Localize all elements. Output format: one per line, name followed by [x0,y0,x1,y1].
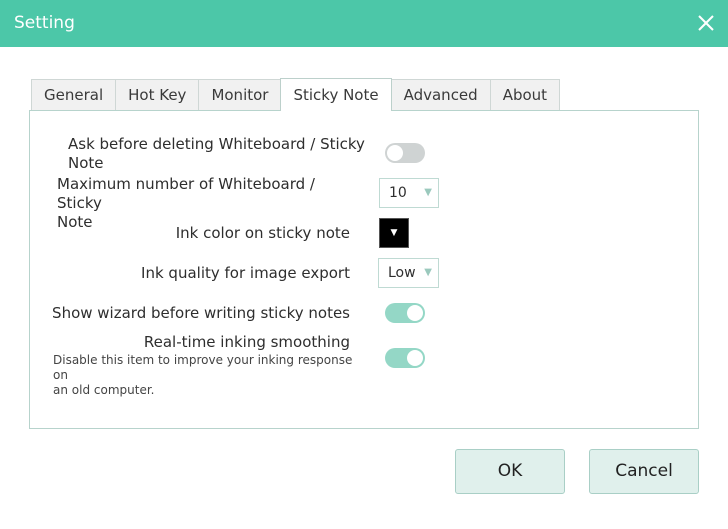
tab-sticky-note[interactable]: Sticky Note [280,78,392,111]
tab-monitor[interactable]: Monitor [198,79,282,111]
tab-advanced[interactable]: Advanced [390,79,491,111]
ask-before-deleting-label-line1: Ask before deleting Whiteboard / Sticky [68,135,365,153]
ink-quality-select[interactable]: Low ▼ [378,258,439,288]
show-wizard-toggle[interactable] [385,303,425,323]
ask-before-deleting-toggle[interactable] [385,143,425,163]
tab-bar: General Hot Key Monitor Sticky Note Adva… [31,78,561,111]
sticky-note-panel: Ask before deleting Whiteboard / Sticky … [29,110,699,429]
realtime-smoothing-desc-line1: Disable this item to improve your inking… [53,353,353,382]
toggle-knob [387,145,403,161]
close-button[interactable] [694,11,718,35]
realtime-smoothing-toggle[interactable] [385,348,425,368]
cancel-button[interactable]: Cancel [589,449,699,494]
show-wizard-label: Show wizard before writing sticky notes [52,304,350,322]
toggle-knob [407,350,423,366]
max-number-value: 10 [389,185,407,201]
title-bar: Setting [0,0,728,47]
close-icon [698,15,714,31]
realtime-smoothing-label: Real-time inking smoothing [143,333,350,351]
tab-about[interactable]: About [489,79,561,111]
ink-quality-value: Low [388,265,416,281]
chevron-down-icon: ▼ [390,228,398,238]
window-title: Setting [14,13,75,33]
ink-quality-label: Ink quality for image export [141,264,350,282]
ask-before-deleting-label-line2: Note [68,154,104,172]
toggle-knob [407,305,423,321]
ask-before-deleting-label: Ask before deleting Whiteboard / Sticky … [68,135,368,173]
realtime-smoothing-description: Disable this item to improve your inking… [53,353,363,398]
realtime-smoothing-desc-line2: an old computer. [53,383,155,397]
chevron-down-icon: ▼ [424,187,432,198]
tab-hot-key[interactable]: Hot Key [115,79,200,111]
max-number-select[interactable]: 10 ▼ [379,178,439,208]
ink-color-picker[interactable]: ▼ [379,218,409,248]
max-number-label-line1: Maximum number of Whiteboard / Sticky [57,175,315,212]
ink-color-label: Ink color on sticky note [175,224,350,242]
ok-button[interactable]: OK [455,449,565,494]
chevron-down-icon: ▼ [424,267,432,278]
tab-general[interactable]: General [31,79,117,111]
